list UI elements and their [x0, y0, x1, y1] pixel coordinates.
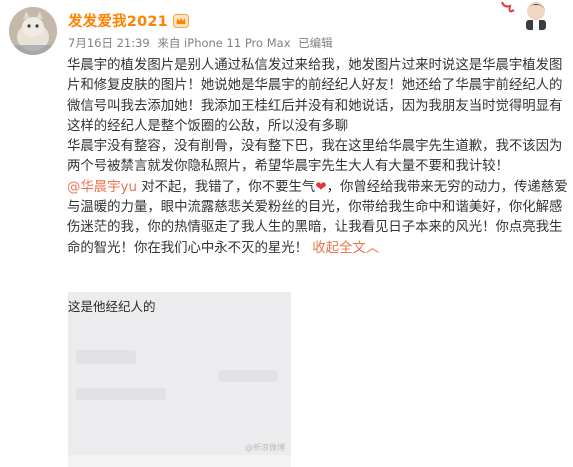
post-paragraph-1: 华晨宇的植发图片是别人通过私信发过来给我，她发图片过来时说这是华晨宇植发图片和修… — [67, 58, 563, 134]
post-paragraph-3: @华晨宇yu 对不起，我错了，你不要生气❤，你曾经给我带来无穷的动力，传递慈爱与… — [67, 178, 568, 259]
image-blur-block — [218, 370, 278, 382]
post-paragraph-3-part-a: 对不起，我错了，你不要生气 — [136, 179, 316, 195]
username-row: 发发爱我2021 — [68, 10, 189, 31]
image-watermark: @新浪微博 — [245, 443, 285, 452]
reaction-bar[interactable] — [62, 457, 182, 467]
post-image[interactable]: 这是他经纪人的 @新浪微博 — [68, 292, 291, 467]
heart-emoji-icon: ❤ — [315, 179, 327, 195]
image-blur-block — [76, 388, 166, 400]
image-caption-text: 这是他经纪人的 — [68, 299, 156, 314]
collapse-text-label: 收起全文 — [312, 240, 366, 256]
member-crown-icon[interactable] — [172, 13, 189, 29]
post-date[interactable]: 7月16日 21:39 — [68, 36, 150, 50]
post-source: 来自 iPhone 11 Pro Max — [157, 36, 291, 50]
username[interactable]: 发发爱我2021 — [68, 10, 168, 31]
post-meta: 7月16日 21:39 来自 iPhone 11 Pro Max 已编辑 — [68, 35, 337, 51]
corner-profile-tag — [500, 0, 552, 30]
post-body: 华晨宇的植发图片是别人通过私信发过来给我，她发图片过来时说这是华晨宇植发图片和修… — [67, 56, 568, 259]
chevron-up-icon: ︿ — [365, 240, 380, 256]
avatar[interactable] — [9, 7, 57, 55]
collapse-text-button[interactable]: 收起全文︿ — [312, 241, 379, 256]
post-paragraph-2: 华晨宇没有整容，没有削骨，没有整下巴，我在这里给华晨宇先生道歉，我不该因为两个号… — [67, 139, 563, 175]
mention-link[interactable]: @华晨宇yu — [67, 180, 137, 195]
edited-label[interactable]: 已编辑 — [298, 36, 333, 50]
image-blur-block — [76, 350, 136, 364]
